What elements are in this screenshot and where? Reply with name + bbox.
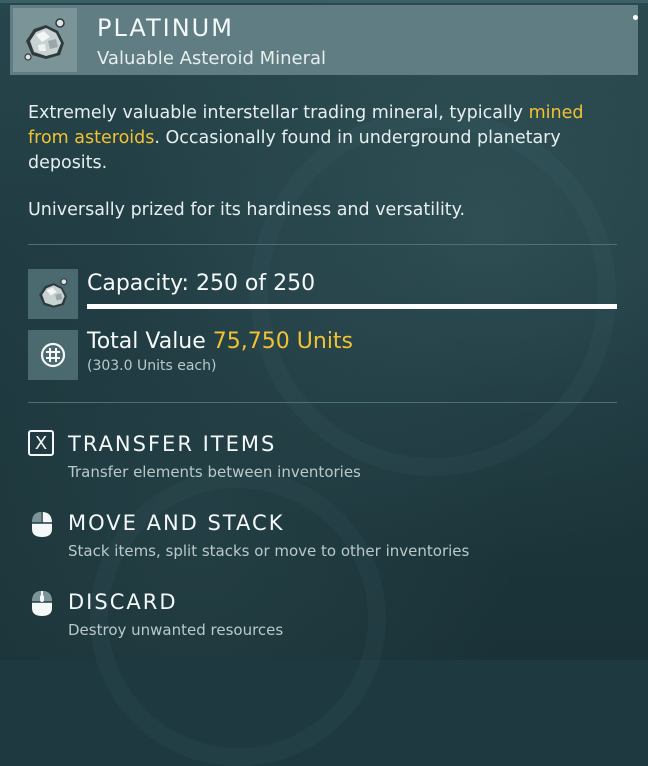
move-and-stack-action[interactable]: MOVE AND STACK Stack items, split stacks… [28, 509, 628, 561]
action-title: TRANSFER ITEMS [68, 432, 277, 456]
mouse-click-icon [28, 509, 58, 539]
item-header: PLATINUM Valuable Asteroid Mineral [10, 5, 638, 75]
capacity-label: Capacity: 250 of 250 [87, 271, 316, 296]
indicator-dot [633, 15, 638, 20]
capacity-bar-fill [87, 304, 617, 309]
units-currency-icon [28, 330, 78, 380]
platinum-ore-icon [13, 8, 77, 72]
item-description: Extremely valuable interstellar trading … [28, 101, 608, 176]
action-title: DISCARD [68, 590, 178, 614]
divider [28, 402, 617, 403]
action-description: Transfer elements between inventories [68, 463, 361, 481]
action-title: MOVE AND STACK [68, 511, 285, 535]
top-border [0, 0, 648, 3]
divider [28, 244, 617, 245]
platinum-ore-icon [28, 269, 78, 319]
item-title: PLATINUM [97, 14, 234, 42]
item-category: Valuable Asteroid Mineral [97, 48, 327, 69]
discard-action[interactable]: DISCARD Destroy unwanted resources [28, 588, 628, 640]
unit-price: (303.0 Units each) [87, 358, 217, 374]
description-text: Extremely valuable interstellar trading … [28, 103, 529, 123]
mouse-click-icon [28, 588, 58, 618]
total-value-label: Total Value [87, 329, 206, 354]
action-description: Destroy unwanted resources [68, 621, 284, 639]
x-key-icon: X [28, 430, 58, 460]
item-description-secondary: Universally prized for its hardiness and… [28, 200, 466, 220]
transfer-items-action[interactable]: X TRANSFER ITEMS Transfer elements betwe… [28, 430, 628, 482]
capacity-bar [87, 304, 617, 309]
action-description: Stack items, split stacks or move to oth… [68, 542, 470, 560]
total-value: Total Value 75,750 Units [87, 329, 353, 354]
total-value-amount: 75,750 Units [212, 329, 354, 354]
